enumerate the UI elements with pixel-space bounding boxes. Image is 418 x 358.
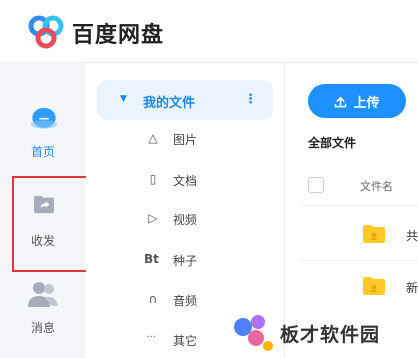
headphones-icon: ∩ <box>148 292 158 306</box>
column-header-filename[interactable]: 文件名 <box>360 178 393 194</box>
caret-down-icon: ▼ <box>120 94 127 104</box>
file-row-name: 共 <box>406 229 418 243</box>
file-row[interactable]: 新 <box>300 264 418 314</box>
upload-icon <box>335 96 347 107</box>
torrent-icon: Bt <box>144 252 159 266</box>
row-divider <box>300 260 418 261</box>
cloud-icon <box>30 107 58 129</box>
nav-item-audio[interactable]: ∩ 音频 <box>140 288 270 312</box>
upload-button-label: 上传 <box>353 95 380 111</box>
app-title: 百度网盘 <box>72 23 165 48</box>
nav-item-label: 音频 <box>173 294 198 308</box>
baidu-netdisk-logo-icon <box>28 15 64 49</box>
document-icon: ▯ <box>149 172 157 186</box>
nav-item-label: 其它 <box>173 334 198 348</box>
nav-item-videos[interactable]: ▷ 视频 <box>140 207 270 231</box>
folder-icon <box>363 225 385 243</box>
upload-button[interactable]: 上传 <box>308 84 406 118</box>
file-row[interactable]: 共 <box>300 210 418 260</box>
nav-item-torrents[interactable]: Bt 种子 <box>140 248 270 272</box>
nav-my-files-label: 我的文件 <box>143 96 196 111</box>
video-icon: ▷ <box>148 211 158 225</box>
rail-item-home[interactable]: 首页 <box>0 98 86 162</box>
more-icon: ··· <box>146 332 156 343</box>
breadcrumb-all-files: 全部文件 <box>308 136 357 150</box>
rail-label-home: 首页 <box>30 145 55 159</box>
nav-item-label: 文档 <box>173 174 198 188</box>
nav-item-label: 图片 <box>173 133 198 147</box>
more-vertical-icon[interactable]: ⋮ <box>244 92 257 107</box>
image-icon: △ <box>148 131 158 145</box>
contacts-icon <box>28 282 58 307</box>
rail-item-messages[interactable]: 消息 <box>0 276 86 340</box>
nav-item-documents[interactable]: ▯ 文档 <box>140 168 270 192</box>
folder-icon <box>363 277 385 295</box>
watermark-logo-icon <box>234 315 273 351</box>
nav-item-label: 视频 <box>173 213 198 227</box>
watermark-text: 板才软件园 <box>280 324 381 346</box>
rail-label-messages: 消息 <box>30 321 55 335</box>
select-all-checkbox[interactable] <box>308 177 324 193</box>
file-row-name: 新 <box>406 281 418 295</box>
row-divider <box>300 205 418 206</box>
nav-item-images[interactable]: △ 图片 <box>140 127 270 151</box>
nav-item-label: 种子 <box>173 254 198 268</box>
